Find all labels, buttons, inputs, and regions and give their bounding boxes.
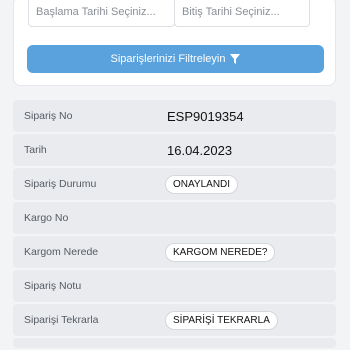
- date-value: 16.04.2023: [167, 142, 233, 158]
- track-cargo-button[interactable]: KARGOM NEREDE?: [165, 242, 276, 262]
- order-details: Sipariş No ESP9019354 Tarih 16.04.2023 S…: [13, 100, 336, 350]
- cargo-no-label: Kargo No: [24, 212, 69, 224]
- filter-card: Siparişlerinizi Filtreleyin: [13, 0, 336, 86]
- reorder-button[interactable]: SİPARİŞİ TEKRARLA: [165, 310, 278, 330]
- reorder-label: Siparişi Tekrarla: [24, 314, 99, 326]
- date-label: Tarih: [24, 144, 47, 156]
- order-note-row: Sipariş Notu: [13, 270, 336, 302]
- order-no-row: Sipariş No ESP9019354: [13, 100, 336, 132]
- end-date-input[interactable]: [174, 0, 310, 27]
- order-note-label: Sipariş Notu: [24, 280, 82, 292]
- order-status-row: Sipariş Durumu ONAYLANDI: [13, 168, 336, 200]
- page: Siparişlerinizi Filtreleyin Sipariş No E…: [0, 0, 350, 350]
- start-date-input[interactable]: [28, 0, 175, 27]
- cargo-no-row: Kargo No: [13, 202, 336, 234]
- order-no-value: ESP9019354: [167, 108, 244, 124]
- reorder-row: Siparişi Tekrarla SİPARİŞİ TEKRARLA: [13, 304, 336, 336]
- cargo-where-label: Kargom Nerede: [24, 246, 99, 258]
- filter-icon: [230, 54, 241, 64]
- cargo-where-row: Kargom Nerede KARGOM NEREDE?: [13, 236, 336, 268]
- order-status-label: Sipariş Durumu: [24, 178, 97, 190]
- filter-button-label: Siparişlerinizi Filtreleyin: [110, 53, 226, 65]
- filter-orders-button[interactable]: Siparişlerinizi Filtreleyin: [27, 45, 324, 73]
- order-no-label: Sipariş No: [24, 110, 73, 122]
- date-row: Tarih 16.04.2023: [13, 134, 336, 166]
- next-row-partial: [13, 338, 336, 348]
- order-status-badge: ONAYLANDI: [165, 174, 239, 194]
